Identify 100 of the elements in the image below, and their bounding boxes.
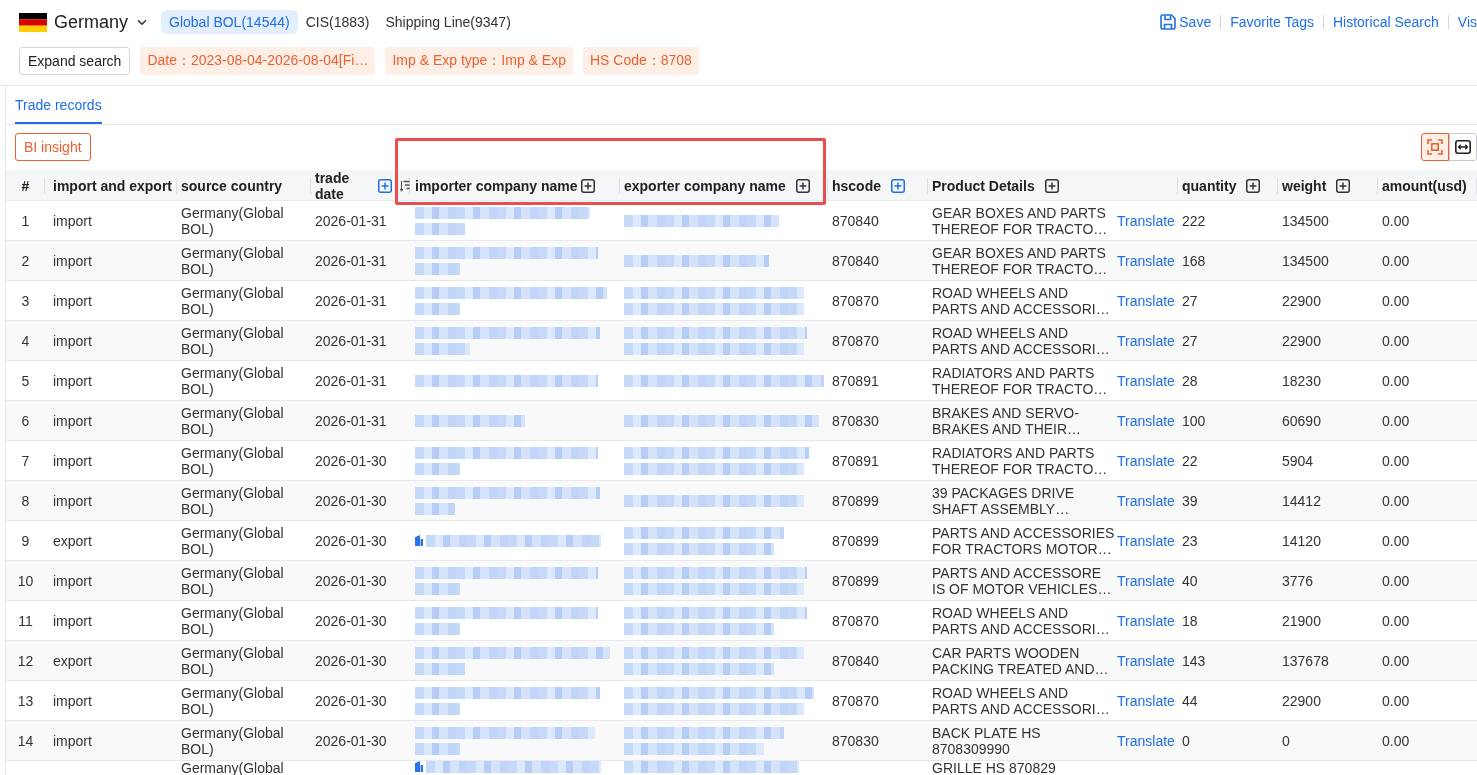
trade-date: 2026-01-31 bbox=[315, 252, 387, 269]
corner-frame-icon[interactable] bbox=[1427, 139, 1443, 155]
source-country: Germany(Global BOL) bbox=[181, 284, 285, 317]
trade-date: 2026-01-30 bbox=[315, 652, 387, 669]
source-tab[interactable]: Global BOL(14544) bbox=[161, 10, 298, 34]
trade-type: export bbox=[53, 532, 92, 549]
row-number: 3 bbox=[21, 292, 30, 309]
weight: 22900 bbox=[1282, 332, 1321, 349]
amount: 0.00 bbox=[1382, 412, 1410, 429]
hs-code: 870840 bbox=[832, 252, 879, 269]
product-details: RADIATORS AND PARTS THEREOF FOR TRACTO… bbox=[932, 364, 1109, 397]
amount: 0.00 bbox=[1382, 372, 1410, 389]
product-details: GEAR BOXES AND PARTS THEREOF FOR TRACTO… bbox=[932, 204, 1109, 237]
translate-link[interactable]: Translate bbox=[1117, 532, 1175, 549]
source-tab[interactable]: CIS(1883) bbox=[297, 10, 378, 34]
header-link[interactable]: Vis bbox=[1457, 14, 1477, 30]
view-mode-button[interactable] bbox=[1449, 133, 1477, 161]
weight: 14412 bbox=[1282, 492, 1321, 509]
column-header: # bbox=[21, 178, 30, 194]
row-number: 4 bbox=[21, 332, 30, 349]
source-country: Germany(Global BOL) bbox=[181, 364, 285, 397]
row-number: 14 bbox=[17, 732, 34, 749]
amount: 0.00 bbox=[1382, 212, 1410, 229]
source-country: Germany(Global BOL) bbox=[181, 684, 285, 717]
product-details: ROAD WHEELS AND PARTS AND ACCESSORI… bbox=[932, 284, 1111, 317]
filter-tag[interactable]: Date：2023-08-04-2026-08-04[Fi… bbox=[140, 47, 376, 75]
filter-tag[interactable]: HS Code：8708 bbox=[582, 47, 699, 75]
header-link[interactable]: Favorite Tags bbox=[1230, 14, 1314, 30]
filter-tag[interactable]: Imp & Exp type：Imp & Exp bbox=[385, 47, 573, 75]
product-details: ROAD WHEELS AND PARTS AND ACCESSORI… bbox=[932, 684, 1111, 717]
column-header: quantity bbox=[1182, 178, 1237, 194]
source-country: Germany(Global BOL) bbox=[181, 244, 285, 277]
product-details: RADIATORS AND PARTS THEREOF FOR TRACTO… bbox=[932, 444, 1109, 477]
translate-link[interactable]: Translate bbox=[1117, 212, 1175, 229]
translate-link[interactable]: Translate bbox=[1117, 732, 1175, 749]
row-number: 1 bbox=[21, 212, 30, 229]
amount: 0.00 bbox=[1382, 332, 1410, 349]
expand-search-button[interactable]: Expand search bbox=[19, 47, 131, 75]
row-number: 6 bbox=[21, 412, 30, 429]
weight: 22900 bbox=[1282, 292, 1321, 309]
translate-link[interactable]: Translate bbox=[1117, 292, 1175, 309]
translate-link[interactable]: Translate bbox=[1117, 492, 1175, 509]
translate-link[interactable]: Translate bbox=[1117, 252, 1175, 269]
row-number: 7 bbox=[21, 452, 30, 469]
plus-square-icon[interactable] bbox=[795, 179, 810, 193]
plus-square-icon[interactable] bbox=[1336, 179, 1351, 193]
amount: 0.00 bbox=[1382, 572, 1410, 589]
source-country: Germany(Global BOL) bbox=[181, 204, 285, 237]
sort-icon[interactable] bbox=[400, 180, 410, 192]
horizontal-arrows-icon[interactable] bbox=[1455, 140, 1471, 154]
translate-link[interactable]: Translate bbox=[1117, 692, 1175, 709]
product-details: 39 PACKAGES DRIVE SHAFT ASSEMBLY… bbox=[932, 484, 1076, 517]
translate-link[interactable]: Translate bbox=[1117, 412, 1175, 429]
source-country: Germany(Global BOL) bbox=[181, 484, 285, 517]
quantity: 23 bbox=[1182, 532, 1198, 549]
trade-date: 2026-01-30 bbox=[315, 732, 387, 749]
source-country: Germany(Global BOL) bbox=[181, 604, 285, 637]
bi-insight-button[interactable]: BI insight bbox=[15, 133, 91, 161]
translate-link[interactable]: Translate bbox=[1117, 652, 1175, 669]
plus-square-icon[interactable] bbox=[1246, 179, 1261, 193]
row-number: 10 bbox=[17, 572, 34, 589]
records-tab[interactable]: Trade records bbox=[15, 86, 102, 124]
translate-link[interactable]: Translate bbox=[1117, 332, 1175, 349]
amount: 0.00 bbox=[1382, 612, 1410, 629]
trade-type: import bbox=[53, 252, 92, 269]
quantity: 40 bbox=[1182, 572, 1198, 589]
product-details: ROAD WHEELS AND PARTS AND ACCESSORI… bbox=[932, 604, 1111, 637]
trade-date: 2026-01-30 bbox=[315, 572, 387, 589]
save-link[interactable]: Save bbox=[1160, 14, 1212, 30]
weight: 21900 bbox=[1282, 612, 1321, 629]
amount: 0.00 bbox=[1382, 492, 1410, 509]
weight: 5904 bbox=[1282, 452, 1314, 469]
amount: 0.00 bbox=[1382, 532, 1410, 549]
chevron-down-icon[interactable] bbox=[137, 18, 148, 26]
amount: 0.00 bbox=[1382, 732, 1410, 749]
trade-date: 2026-01-30 bbox=[315, 452, 387, 469]
source-tab[interactable]: Shipping Line(9347) bbox=[377, 10, 519, 34]
weight: 137678 bbox=[1282, 652, 1329, 669]
plus-square-icon[interactable] bbox=[580, 179, 595, 193]
flag-icon bbox=[19, 12, 47, 32]
translate-link[interactable]: Translate bbox=[1117, 612, 1175, 629]
translate-link[interactable]: Translate bbox=[1117, 572, 1175, 589]
translate-link[interactable]: Translate bbox=[1117, 372, 1175, 389]
weight: 14120 bbox=[1282, 532, 1321, 549]
header-link[interactable]: Historical Search bbox=[1332, 14, 1439, 30]
translate-link[interactable]: Translate bbox=[1117, 452, 1175, 469]
hs-code: 870830 bbox=[832, 412, 879, 429]
weight: 18230 bbox=[1282, 372, 1321, 389]
save-icon[interactable] bbox=[1160, 14, 1177, 30]
plus-square-icon[interactable] bbox=[1044, 179, 1059, 193]
quantity: 18 bbox=[1182, 612, 1198, 629]
quantity: 39 bbox=[1182, 492, 1198, 509]
trade-type: import bbox=[53, 332, 92, 349]
product-details: GEAR BOXES AND PARTS THEREOF FOR TRACTO… bbox=[932, 244, 1109, 277]
trade-date: 2026-01-30 bbox=[315, 492, 387, 509]
source-country: Germany(Global BOL) bbox=[181, 404, 285, 437]
country-dropdown[interactable]: Germany bbox=[19, 11, 148, 33]
trade-date: 2026-01-31 bbox=[315, 332, 387, 349]
product-details: CAR PARTS WOODEN PACKING TREATED AND… bbox=[932, 644, 1110, 677]
trade-type: import bbox=[53, 572, 92, 589]
